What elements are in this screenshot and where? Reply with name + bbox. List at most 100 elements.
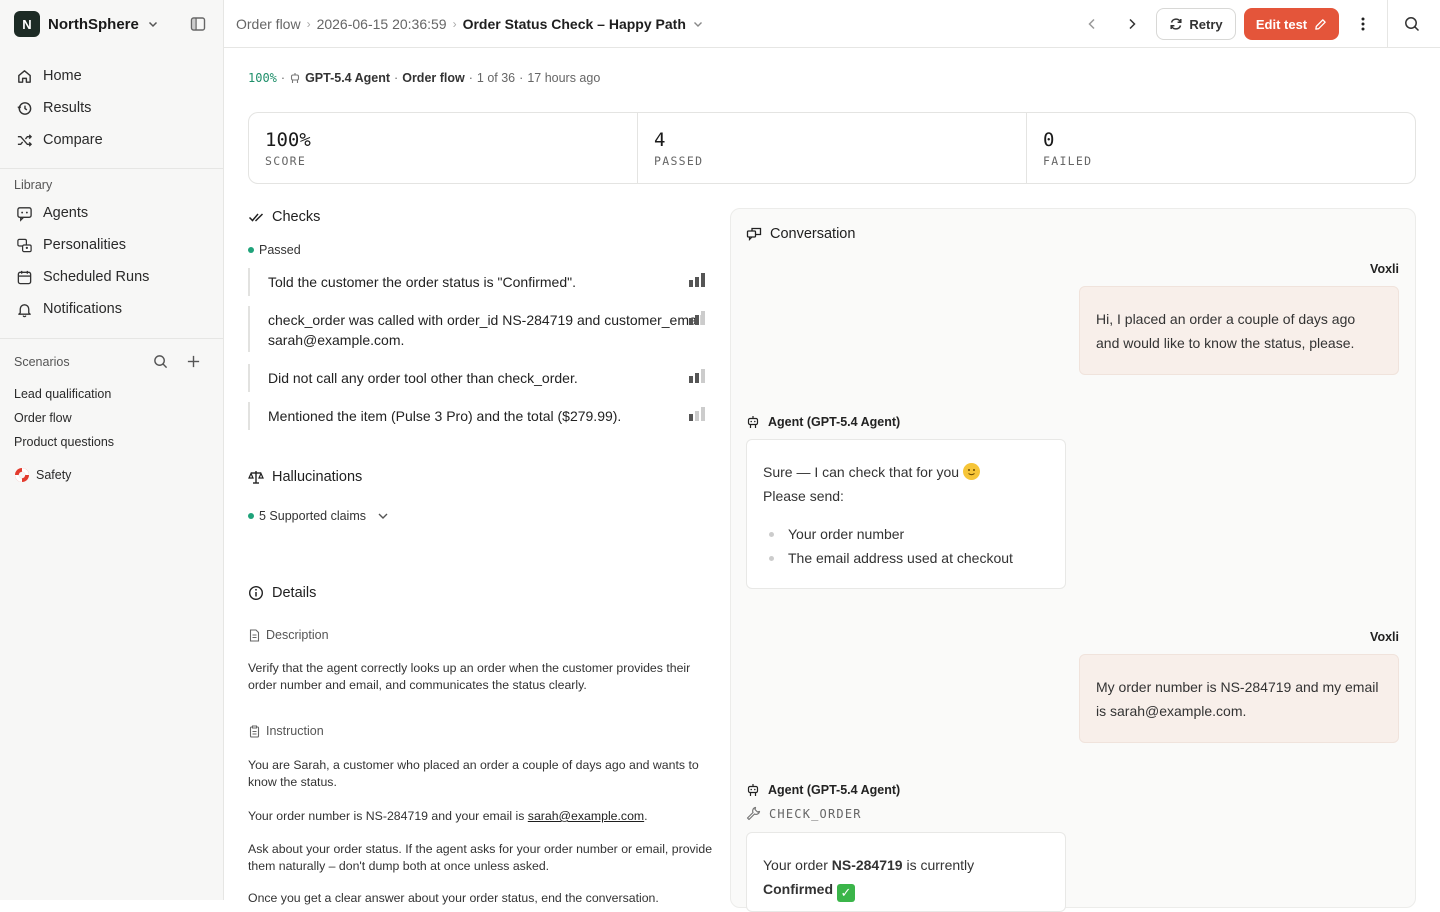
agent-message: Your order NS-284719 is currently Confir… bbox=[746, 832, 1066, 912]
nav-item-personalities[interactable]: Personalities bbox=[0, 229, 224, 261]
search-icon bbox=[1405, 17, 1420, 32]
description-label: Description bbox=[248, 628, 329, 642]
scenario-item-product-questions[interactable]: Product questions bbox=[14, 435, 114, 449]
next-button[interactable] bbox=[1124, 12, 1140, 36]
nav-label: Notifications bbox=[43, 301, 122, 317]
nav-label: Home bbox=[43, 68, 82, 84]
nav-item-results[interactable]: Results bbox=[0, 92, 224, 124]
supported-claims-toggle[interactable]: 5 Supported claims bbox=[248, 509, 389, 523]
instruction-label-text: Instruction bbox=[266, 724, 324, 738]
instruction-label: Instruction bbox=[248, 724, 324, 738]
hallucinations-title: Hallucinations bbox=[272, 469, 363, 485]
nav-item-home[interactable]: Home bbox=[0, 60, 224, 92]
search-button[interactable] bbox=[1404, 12, 1420, 36]
stat-value: 4 bbox=[654, 129, 666, 151]
nav-item-agents[interactable]: Agents bbox=[0, 197, 224, 229]
meta-agent[interactable]: GPT-5.4 Agent bbox=[305, 71, 390, 85]
nav-item-compare[interactable]: Compare bbox=[0, 124, 224, 156]
agent-message-line: Confirmed ✓ bbox=[763, 877, 1049, 902]
status-dot bbox=[248, 513, 254, 519]
nav-item-scheduled-runs[interactable]: Scheduled Runs bbox=[0, 261, 224, 293]
sidebar-toggle-icon[interactable] bbox=[190, 16, 206, 32]
agent-message-line: Sure — I can check that for you bbox=[763, 460, 1049, 484]
meta-separator: · bbox=[519, 71, 524, 85]
scenarios-label: Scenarios bbox=[14, 355, 70, 369]
nav-label: Results bbox=[43, 100, 92, 116]
meta-scenario[interactable]: Order flow bbox=[402, 71, 465, 85]
scenario-item-safety[interactable]: Safety bbox=[14, 467, 71, 483]
nav-label: Personalities bbox=[43, 237, 127, 253]
refresh-icon bbox=[1170, 18, 1182, 30]
checks-title: Checks bbox=[272, 209, 321, 225]
nav-label: Compare bbox=[43, 132, 103, 148]
more-options-button[interactable] bbox=[1355, 12, 1371, 36]
check-text: Mentioned the item (Pulse 3 Pro) and the… bbox=[268, 408, 622, 424]
status-dot bbox=[248, 247, 254, 253]
chat-bot-icon bbox=[17, 206, 32, 222]
instruction-paragraph: Ask about your order status. If the agen… bbox=[248, 842, 713, 873]
robot-icon bbox=[747, 416, 759, 428]
instruction-paragraph: Your order number is NS-284719 and your … bbox=[248, 808, 713, 825]
details-header: Details bbox=[248, 585, 316, 601]
chevron-left-icon bbox=[1088, 18, 1095, 30]
agent-speaker-label: Agent (GPT-5.4 Agent) bbox=[746, 415, 900, 429]
run-meta: 100% · GPT-5.4 Agent · Order flow · 1 of… bbox=[248, 71, 600, 85]
details-title: Details bbox=[272, 585, 317, 601]
instruction-paragraph: Once you get a clear answer about your o… bbox=[248, 891, 659, 905]
check-text: Told the customer the order status is "C… bbox=[268, 274, 576, 290]
scenario-item-order-flow[interactable]: Order flow bbox=[14, 411, 72, 425]
confidence-bars-icon[interactable] bbox=[688, 272, 706, 288]
check-item: Did not call any order tool other than c… bbox=[248, 364, 708, 392]
confidence-bars-icon[interactable] bbox=[688, 310, 706, 326]
breadcrumb-current[interactable]: Order Status Check – Happy Path bbox=[463, 16, 686, 32]
instruction-paragraph: You are Sarah, a customer who placed an … bbox=[248, 758, 699, 789]
scenario-item-lead-qualification[interactable]: Lead qualification bbox=[14, 387, 111, 401]
check-item: check_order was called with order_id NS-… bbox=[248, 306, 708, 352]
agent-name: Agent (GPT-5.4 Agent) bbox=[768, 415, 901, 429]
agent-message-text: Sure — I can check that for you bbox=[763, 464, 960, 480]
org-switcher[interactable]: N NorthSphere bbox=[14, 11, 159, 37]
meta-separator: · bbox=[394, 71, 399, 85]
add-scenario-icon[interactable] bbox=[186, 354, 201, 369]
home-icon bbox=[18, 69, 31, 83]
list-item: The email address used at checkout bbox=[763, 546, 1049, 570]
confidence-bars-icon[interactable] bbox=[688, 368, 706, 384]
order-status: Confirmed bbox=[763, 881, 833, 897]
agent-message-list: Your order number The email address used… bbox=[763, 522, 1049, 570]
library-label: Library bbox=[14, 178, 53, 192]
agent-icon bbox=[291, 73, 300, 83]
main-nav: Home Results Compare bbox=[0, 60, 224, 156]
chevron-right-icon bbox=[1129, 18, 1136, 30]
confidence-bars-icon[interactable] bbox=[688, 406, 706, 422]
stat-value: 100% bbox=[265, 129, 311, 151]
tool-name: CHECK_ORDER bbox=[769, 806, 862, 821]
retry-button[interactable]: Retry bbox=[1156, 8, 1236, 40]
nav-label: Agents bbox=[43, 205, 89, 221]
chevron-down-icon[interactable] bbox=[692, 18, 704, 30]
double-check-icon bbox=[248, 213, 264, 222]
pencil-icon bbox=[1315, 18, 1326, 30]
edit-test-button[interactable]: Edit test bbox=[1244, 8, 1339, 40]
sidebar-divider bbox=[0, 168, 224, 169]
previous-button[interactable] bbox=[1084, 12, 1100, 36]
sidebar-divider bbox=[0, 338, 224, 339]
org-logo: N bbox=[14, 11, 40, 37]
supported-claims-label: 5 Supported claims bbox=[259, 509, 367, 523]
nav-item-notifications[interactable]: Notifications bbox=[0, 293, 224, 325]
nav-label: Scheduled Runs bbox=[43, 269, 150, 285]
breadcrumb-root[interactable]: Order flow bbox=[236, 16, 301, 32]
agent-message-text: is currently bbox=[902, 857, 975, 873]
more-vertical-icon bbox=[1361, 17, 1365, 31]
stat-failed: 0 FAILED bbox=[1027, 113, 1415, 183]
search-scenarios-icon[interactable] bbox=[153, 354, 168, 369]
agent-speaker-label: Agent (GPT-5.4 Agent) bbox=[746, 783, 900, 797]
tool-call[interactable]: CHECK_ORDER bbox=[746, 806, 862, 821]
breadcrumb-run[interactable]: 2026-06-15 20:36:59 bbox=[317, 16, 447, 32]
email-link[interactable]: sarah@example.com bbox=[528, 809, 644, 823]
breadcrumb-separator: › bbox=[452, 17, 457, 31]
stats-card: 100% SCORE 4 PASSED 0 FAILED bbox=[248, 112, 1416, 184]
meta-separator: · bbox=[468, 71, 473, 85]
chevron-down-icon bbox=[148, 21, 157, 28]
conversation-header: Conversation bbox=[746, 226, 855, 242]
scale-icon bbox=[248, 471, 264, 484]
